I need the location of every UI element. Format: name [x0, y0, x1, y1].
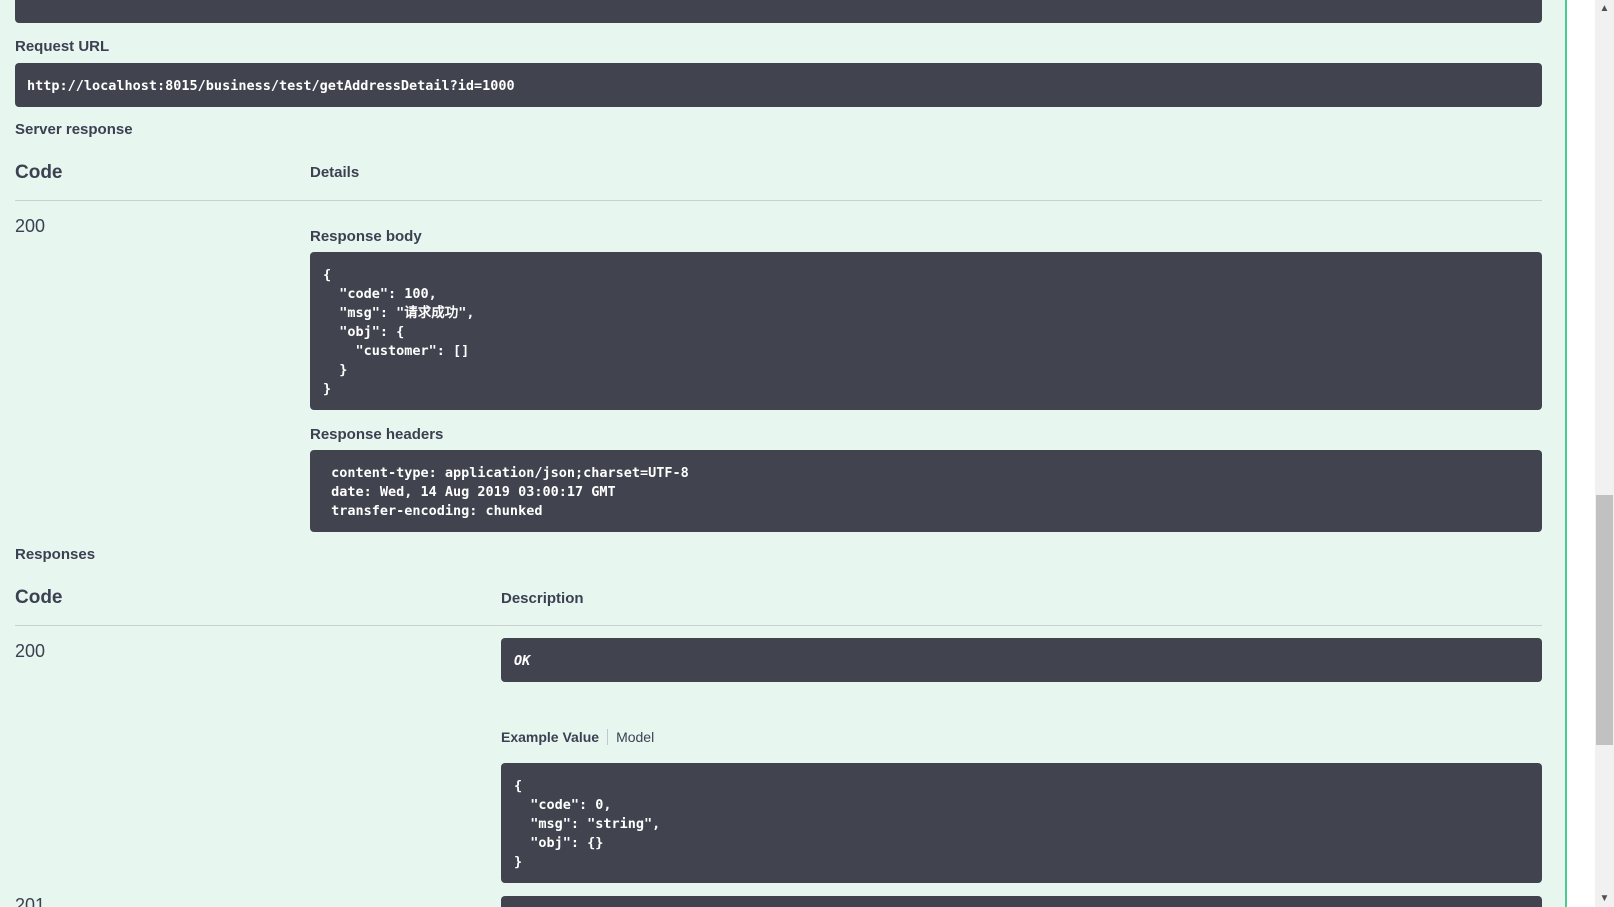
response-headers-label: Response headers: [310, 426, 444, 443]
response-headers-block[interactable]: content-type: application/json;charset=U…: [310, 450, 1542, 532]
response-body-label: Response body: [310, 228, 422, 245]
response-body-block[interactable]: { "code": 100, "msg": "请求成功", "obj": { "…: [310, 252, 1542, 410]
responses-col-description: Description: [501, 590, 584, 607]
swagger-page: Request URL http://localhost:8015/busine…: [0, 0, 1614, 907]
tab-example-value[interactable]: Example Value: [501, 729, 609, 745]
server-response-col-code: Code: [15, 162, 63, 183]
scroll-thumb[interactable]: [1596, 495, 1613, 745]
response-headers-text: content-type: application/json;charset=U…: [331, 465, 689, 519]
server-response-divider: [15, 200, 1542, 201]
server-response-status: 200: [15, 216, 46, 236]
example-value-text: { "code": 0, "msg": "string", "obj": {} …: [514, 778, 661, 870]
response-row-code: 200: [15, 641, 46, 661]
responses-col-code: Code: [15, 587, 63, 608]
response-body-text: { "code": 100, "msg": "请求成功", "obj": { "…: [323, 267, 475, 397]
page-scrollbar[interactable]: ▲ ▼: [1595, 0, 1614, 907]
response-description-block: OK: [501, 638, 1542, 682]
example-value-block[interactable]: { "code": 0, "msg": "string", "obj": {} …: [501, 763, 1542, 883]
server-response-col-details: Details: [310, 164, 360, 181]
example-model-tabs: Example Value Model: [501, 729, 654, 745]
next-response-block: [501, 896, 1542, 907]
response-description-text: OK: [514, 653, 531, 669]
tab-model[interactable]: Model: [608, 729, 654, 745]
response-row-code-next: 201: [15, 895, 46, 907]
request-url-label: Request URL: [15, 38, 110, 55]
chevron-up-icon[interactable]: ▲: [1595, 0, 1614, 17]
chevron-down-icon[interactable]: ▼: [1595, 890, 1614, 907]
curl-block: [15, 0, 1542, 23]
operation-block-get: Request URL http://localhost:8015/busine…: [0, 0, 1567, 907]
request-url-text: http://localhost:8015/business/test/getA…: [27, 78, 515, 94]
responses-title: Responses: [15, 546, 96, 563]
server-response-title: Server response: [15, 121, 133, 138]
responses-divider: [15, 625, 1542, 626]
request-url-value[interactable]: http://localhost:8015/business/test/getA…: [15, 63, 1542, 107]
